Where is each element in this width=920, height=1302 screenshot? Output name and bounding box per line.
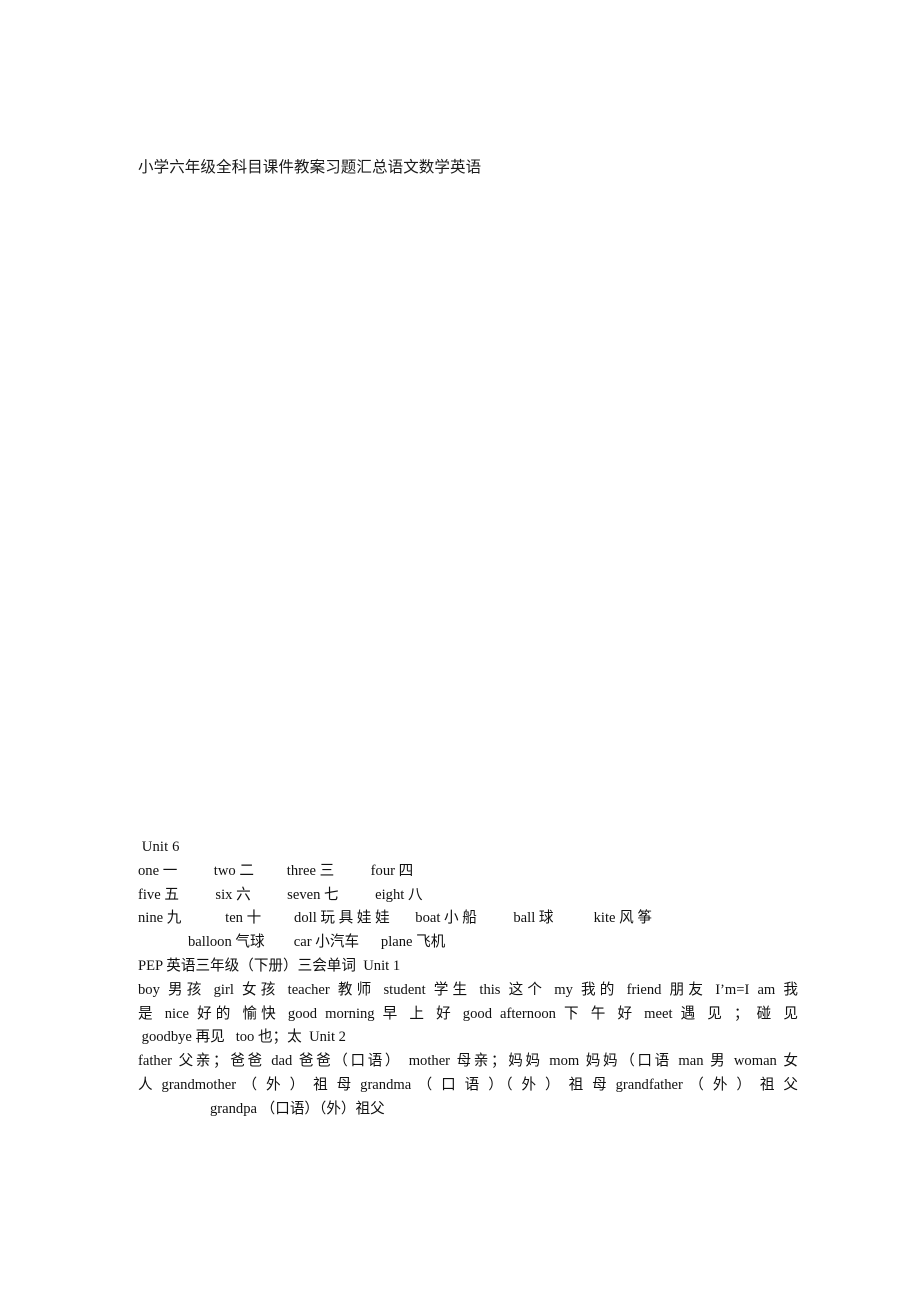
- vocabulary-body: Unit 6 one 一 two 二 three 三 four 四 five 五…: [138, 836, 798, 1122]
- unit2-line-grandpa: grandpa （口语）（外）祖父: [210, 1100, 385, 1117]
- unit2-line-father-to-woman: father 父亲；爸爸 dad 爸爸（口语） mother 母亲；妈妈 mom…: [138, 1053, 798, 1070]
- unit1-line-boy-to-iam: boy 男孩 girl 女孩 teacher 教师 student 学生 thi…: [138, 981, 798, 998]
- pep-grade3-heading: PEP 英语三年级（下册）三会单词 Unit 1: [138, 957, 401, 974]
- toys-line-nine-to-kite: nine 九 ten 十 doll 玩 具 娃 娃 boat 小 船 ball …: [138, 910, 652, 927]
- unit6-heading: Unit 6: [138, 839, 180, 855]
- unit1-line-goodbye-too-unit2: goodbye 再见 too 也；太 Unit 2: [138, 1029, 346, 1046]
- toys-line-balloon-car-plane: balloon 气球 car 小汽车 plane 飞机: [188, 934, 446, 951]
- unit2-line-grandmother-to-grandfather: 人 grandmother （ 外 ） 祖 母 grandma （ 口 语 ）（…: [138, 1076, 798, 1093]
- numbers-line-five-to-eight: five 五 six 六 seven 七 eight 八: [138, 886, 423, 903]
- document-page: 小学六年级全科目课件教案习题汇总语文数学英语 Unit 6 one 一 two …: [0, 0, 920, 1302]
- unit1-line-nice-to-meet: 是 nice 好的 愉快 good morning 早 上 好 good aft…: [138, 1005, 798, 1022]
- numbers-line-one-to-four: one 一 two 二 three 三 four 四: [138, 862, 414, 879]
- page-title: 小学六年级全科目课件教案习题汇总语文数学英语: [138, 159, 482, 176]
